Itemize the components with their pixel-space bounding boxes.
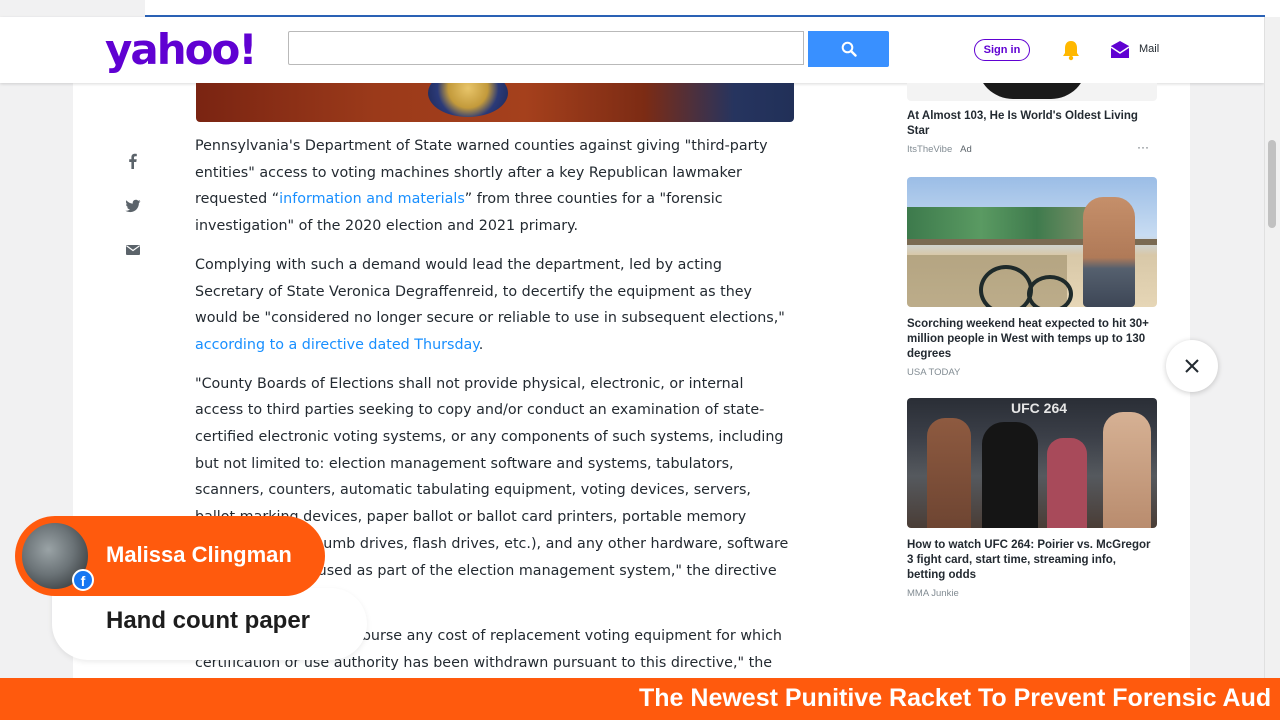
sidebar-story-title[interactable]: How to watch UFC 264: Poirier vs. McGreg… xyxy=(907,538,1157,583)
close-icon xyxy=(1185,359,1199,373)
sidebar-story-source: MMA Junkie xyxy=(907,588,959,599)
scrollbar-thumb[interactable] xyxy=(1268,140,1276,228)
top-strip-left xyxy=(0,0,145,17)
top-strip xyxy=(0,0,1280,17)
mail-link[interactable]: Mail xyxy=(1139,43,1159,55)
facebook-badge-icon: f xyxy=(72,569,94,591)
sidebar-story-1[interactable]: At Almost 103, He Is World's Oldest Livi… xyxy=(907,83,1157,155)
search-icon xyxy=(841,41,857,57)
close-button[interactable] xyxy=(1166,340,1218,392)
commenter-name: Malissa Clingman xyxy=(106,542,292,567)
yahoo-logo[interactable]: yahoo! xyxy=(105,27,257,73)
search-input[interactable] xyxy=(288,31,804,65)
sidebar-story-source: ItsTheVibe Ad ··· xyxy=(907,140,1157,155)
commenter-banner: f Malissa Clingman xyxy=(15,516,325,596)
more-options-icon[interactable]: ··· xyxy=(1137,140,1149,154)
sidebar-story-image xyxy=(907,177,1157,307)
comment-text: Hand count paper xyxy=(106,607,311,634)
state-seal-image xyxy=(428,83,508,117)
information-link[interactable]: information and materials xyxy=(279,191,465,207)
facebook-share-icon[interactable] xyxy=(125,153,141,169)
article-paragraph-2: Complying with such a demand would lead … xyxy=(195,252,795,359)
article-hero-image xyxy=(196,83,794,122)
page-scrollbar[interactable] xyxy=(1264,17,1280,678)
search-button[interactable] xyxy=(808,31,889,67)
sidebar-story-source: USA TODAY xyxy=(907,367,961,378)
source-name: ItsTheVibe xyxy=(907,144,953,155)
ad-badge: Ad xyxy=(960,144,972,155)
sidebar-story-image xyxy=(907,83,1157,101)
sidebar-story-image: UFC 264 xyxy=(907,398,1157,528)
paragraph-text: Complying with such a demand would lead … xyxy=(195,256,785,327)
sidebar-image-caption: UFC 264 xyxy=(1011,400,1068,416)
ticker-text: The Newest Punitive Racket To Prevent Fo… xyxy=(639,684,1272,712)
sidebar-story-2[interactable]: Scorching weekend heat expected to hit 3… xyxy=(907,177,1157,378)
article-paragraph-1: Pennsylvania's Department of State warne… xyxy=(195,133,795,240)
directive-link[interactable]: according to a directive dated Thursday xyxy=(195,337,479,353)
twitter-share-icon[interactable] xyxy=(125,198,141,214)
site-header: yahoo! Sign in Mail xyxy=(0,17,1264,83)
headline-ticker: The Newest Punitive Racket To Prevent Fo… xyxy=(0,678,1280,720)
sidebar-story-title[interactable]: At Almost 103, He Is World's Oldest Livi… xyxy=(907,109,1157,139)
paragraph-text: . xyxy=(478,336,484,353)
sidebar-story-title[interactable]: Scorching weekend heat expected to hit 3… xyxy=(907,317,1157,362)
mail-icon[interactable] xyxy=(1110,40,1130,60)
notifications-bell-icon[interactable] xyxy=(1060,39,1082,61)
email-share-icon[interactable] xyxy=(125,242,141,258)
comment-bubble: Hand count paper xyxy=(52,588,367,660)
sign-in-button[interactable]: Sign in xyxy=(974,39,1030,61)
sidebar-story-3[interactable]: UFC 264 How to watch UFC 264: Poirier vs… xyxy=(907,398,1157,599)
